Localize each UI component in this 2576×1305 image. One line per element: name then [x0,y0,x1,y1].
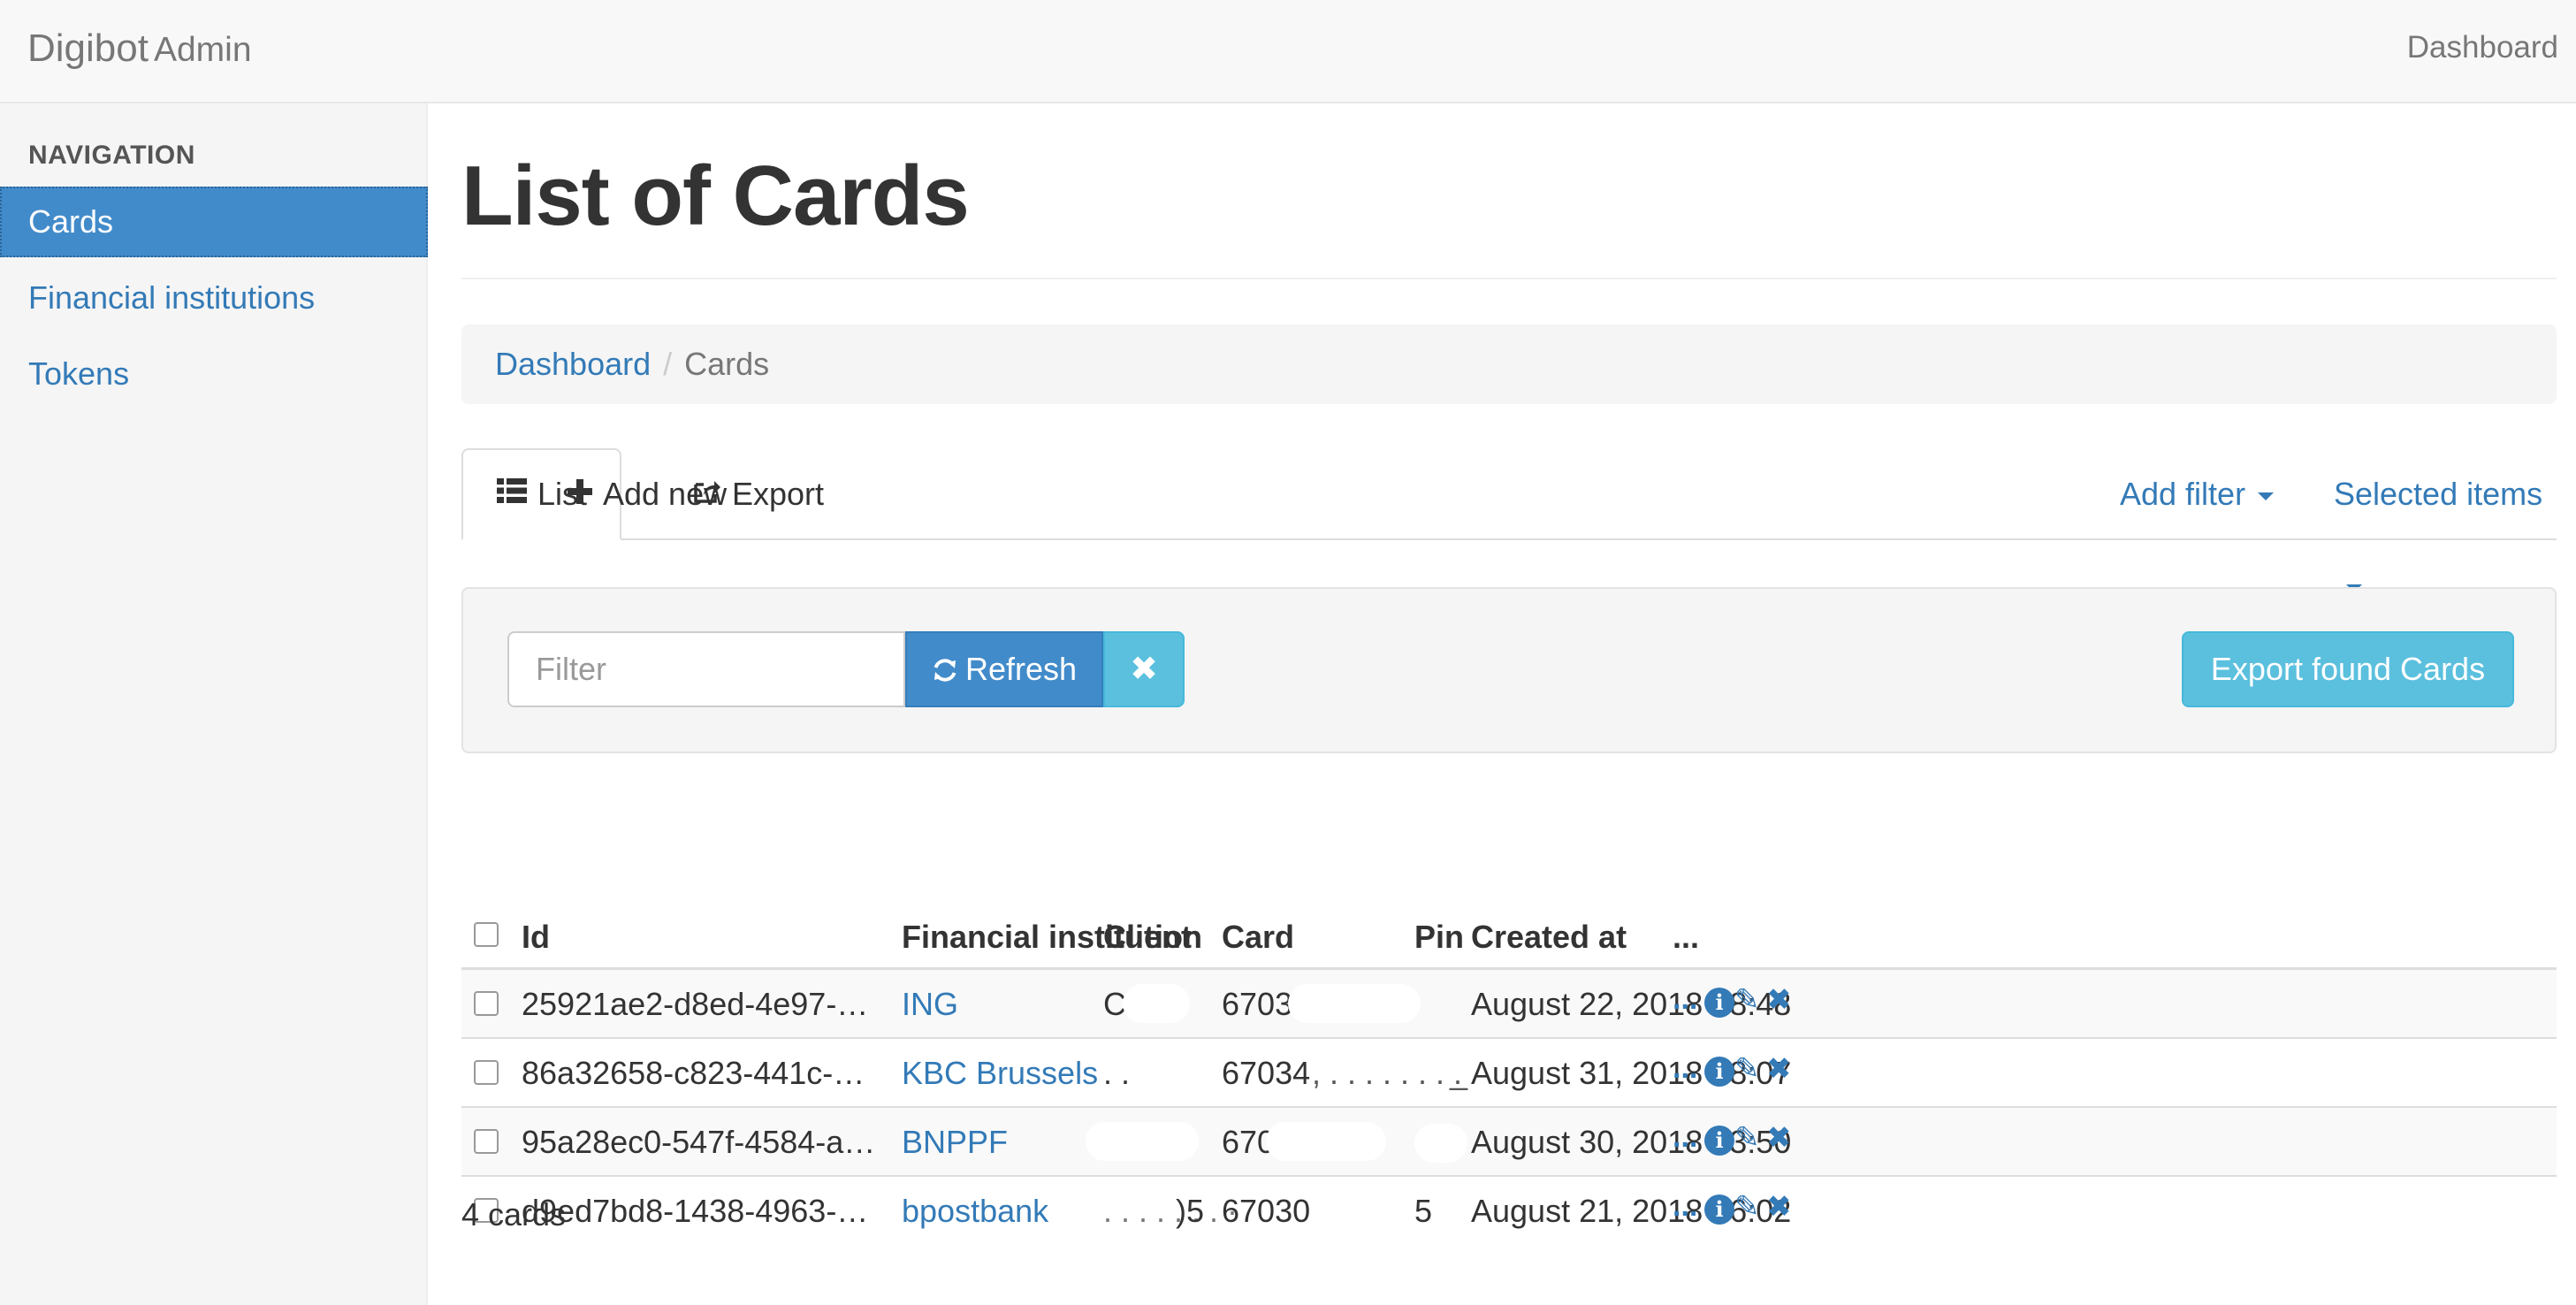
cell-financial-institution-link[interactable]: KBC Brussels [902,1055,1098,1092]
info-icon[interactable]: i [1704,988,1734,1018]
refresh-button[interactable]: Refresh [905,631,1103,707]
dashboard-link[interactable]: Dashboard [2407,30,2558,65]
cell-financial-institution-link[interactable]: bpostbank [902,1193,1048,1230]
sidebar-item-cards[interactable]: Cards [0,187,428,257]
list-icon [497,448,527,540]
tab-bar: List Add new Export Add filter Selected … [461,448,2557,592]
selected-items-label: Selected items [2334,476,2543,512]
edit-icon[interactable]: ✎ [1734,982,1760,1018]
select-all-checkbox[interactable] [474,922,499,947]
refresh-icon [934,659,956,682]
result-count: 4 cards [461,1196,567,1232]
cell-id: 86a32658-c823-441c-… [522,1055,865,1091]
table-row: d9ed7bd8-1438-4963-… bpostbank . . . . .… [461,1177,2557,1246]
add-filter-label: Add filter [2120,476,2246,512]
tab-export[interactable]: Export [693,448,824,540]
close-icon: ✖ [1130,651,1158,688]
cell-id: d9ed7bd8-1438-4963-… [522,1193,869,1229]
info-icon[interactable]: i [1704,1194,1734,1225]
table-row: 86a32658-c823-441c-… KBC Brussels 67034 … [461,1039,2557,1108]
redaction-mark [1266,1122,1386,1161]
selected-items-dropdown[interactable]: Selected items [2334,448,2557,592]
row-checkbox[interactable] [474,1129,499,1154]
cell-card: 67034 [1222,1055,1311,1091]
redacted-fragment: _ [1450,1055,1468,1091]
edit-icon[interactable]: ✎ [1734,1189,1760,1225]
column-header-client[interactable]: Client [1103,919,1192,956]
cell-client: )5 [1176,1193,1205,1229]
row-more-button[interactable]: ... [1673,1120,1697,1155]
column-header-actions: ... [1673,919,1700,955]
breadcrumb-current: Cards [684,346,770,382]
caret-down-icon [2258,492,2275,500]
breadcrumb-separator: / [663,346,673,382]
redaction-mark [1123,984,1190,1023]
delete-icon[interactable]: ✖ [1766,982,1792,1018]
cell-id: 95a28ec0-547f-4584-a… [522,1124,876,1160]
cell-financial-institution-link[interactable]: BNPPF [902,1124,1008,1161]
info-icon[interactable]: i [1704,1057,1734,1087]
row-more-button[interactable]: ... [1673,982,1697,1017]
redacted-fragment: . . [1103,1055,1131,1091]
table-row: 25921ae2-d8ed-4e97-… ING C 6703 August 2… [461,970,2557,1039]
filter-panel: Refresh ✖ Export found Cards [461,587,2557,753]
cell-financial-institution-link[interactable]: ING [902,986,958,1023]
top-navbar: Digibot Admin Dashboard [0,0,2576,103]
sidebar-header: NAVIGATION [28,141,195,170]
main-content: List of Cards Dashboard / Cards List Add n… [428,103,2576,1305]
brand-subtitle: Admin [153,31,252,69]
row-checkbox[interactable] [474,991,499,1016]
edit-icon[interactable]: ✎ [1734,1120,1760,1156]
row-more-button[interactable]: ... [1673,1051,1697,1086]
sidebar: NAVIGATION Cards Financial institutions … [0,103,428,1305]
delete-icon[interactable]: ✖ [1766,1189,1792,1225]
row-more-button[interactable]: ... [1673,1189,1697,1224]
redaction-mark [1288,984,1421,1023]
add-filter-dropdown[interactable]: Add filter [2120,448,2275,540]
cell-id: 25921ae2-d8ed-4e97-… [522,986,869,1022]
plus-icon [568,448,592,540]
sidebar-item-tokens[interactable]: Tokens [0,339,428,409]
cell-card: 67030 [1222,1193,1311,1229]
redacted-fragment: , . . . . . . . . [1312,1055,1463,1091]
breadcrumb-dashboard-link[interactable]: Dashboard [495,346,651,382]
title-divider [461,278,2557,279]
brand-logo[interactable]: Digibot Admin [27,27,252,71]
redacted-fragment: . . . . . . . · [1103,1193,1238,1229]
breadcrumb: Dashboard / Cards [461,324,2557,404]
export-found-button[interactable]: Export found Cards [2182,631,2514,707]
tab-export-label: Export [732,476,825,512]
refresh-label: Refresh [964,651,1078,687]
delete-icon[interactable]: ✖ [1766,1120,1792,1156]
clear-filter-button[interactable]: ✖ [1103,631,1185,707]
table-header: Id Financial institution Client Card Pin… [461,899,2557,970]
column-header-card[interactable]: Card [1222,919,1294,956]
delete-icon[interactable]: ✖ [1766,1051,1792,1087]
share-icon [693,448,721,540]
info-icon[interactable]: i [1704,1126,1734,1156]
row-checkbox[interactable] [474,1060,499,1085]
column-header-created-at[interactable]: Created at [1471,919,1627,956]
brand-name: Digibot [27,27,149,70]
cell-card: 6703 [1222,986,1293,1022]
page-title: List of Cards [461,149,970,243]
cell-pin: 5 [1414,1193,1433,1229]
table-row: 95a28ec0-547f-4584-a… BNPPF 67030 August… [461,1108,2557,1177]
sidebar-item-financial-institutions[interactable]: Financial institutions [0,263,428,333]
filter-input[interactable] [507,631,905,707]
edit-icon[interactable]: ✎ [1734,1051,1760,1087]
column-header-id[interactable]: Id [522,919,550,956]
column-header-pin[interactable]: Pin [1414,919,1464,956]
redaction-mark [1414,1124,1467,1163]
redaction-mark [1086,1122,1199,1161]
